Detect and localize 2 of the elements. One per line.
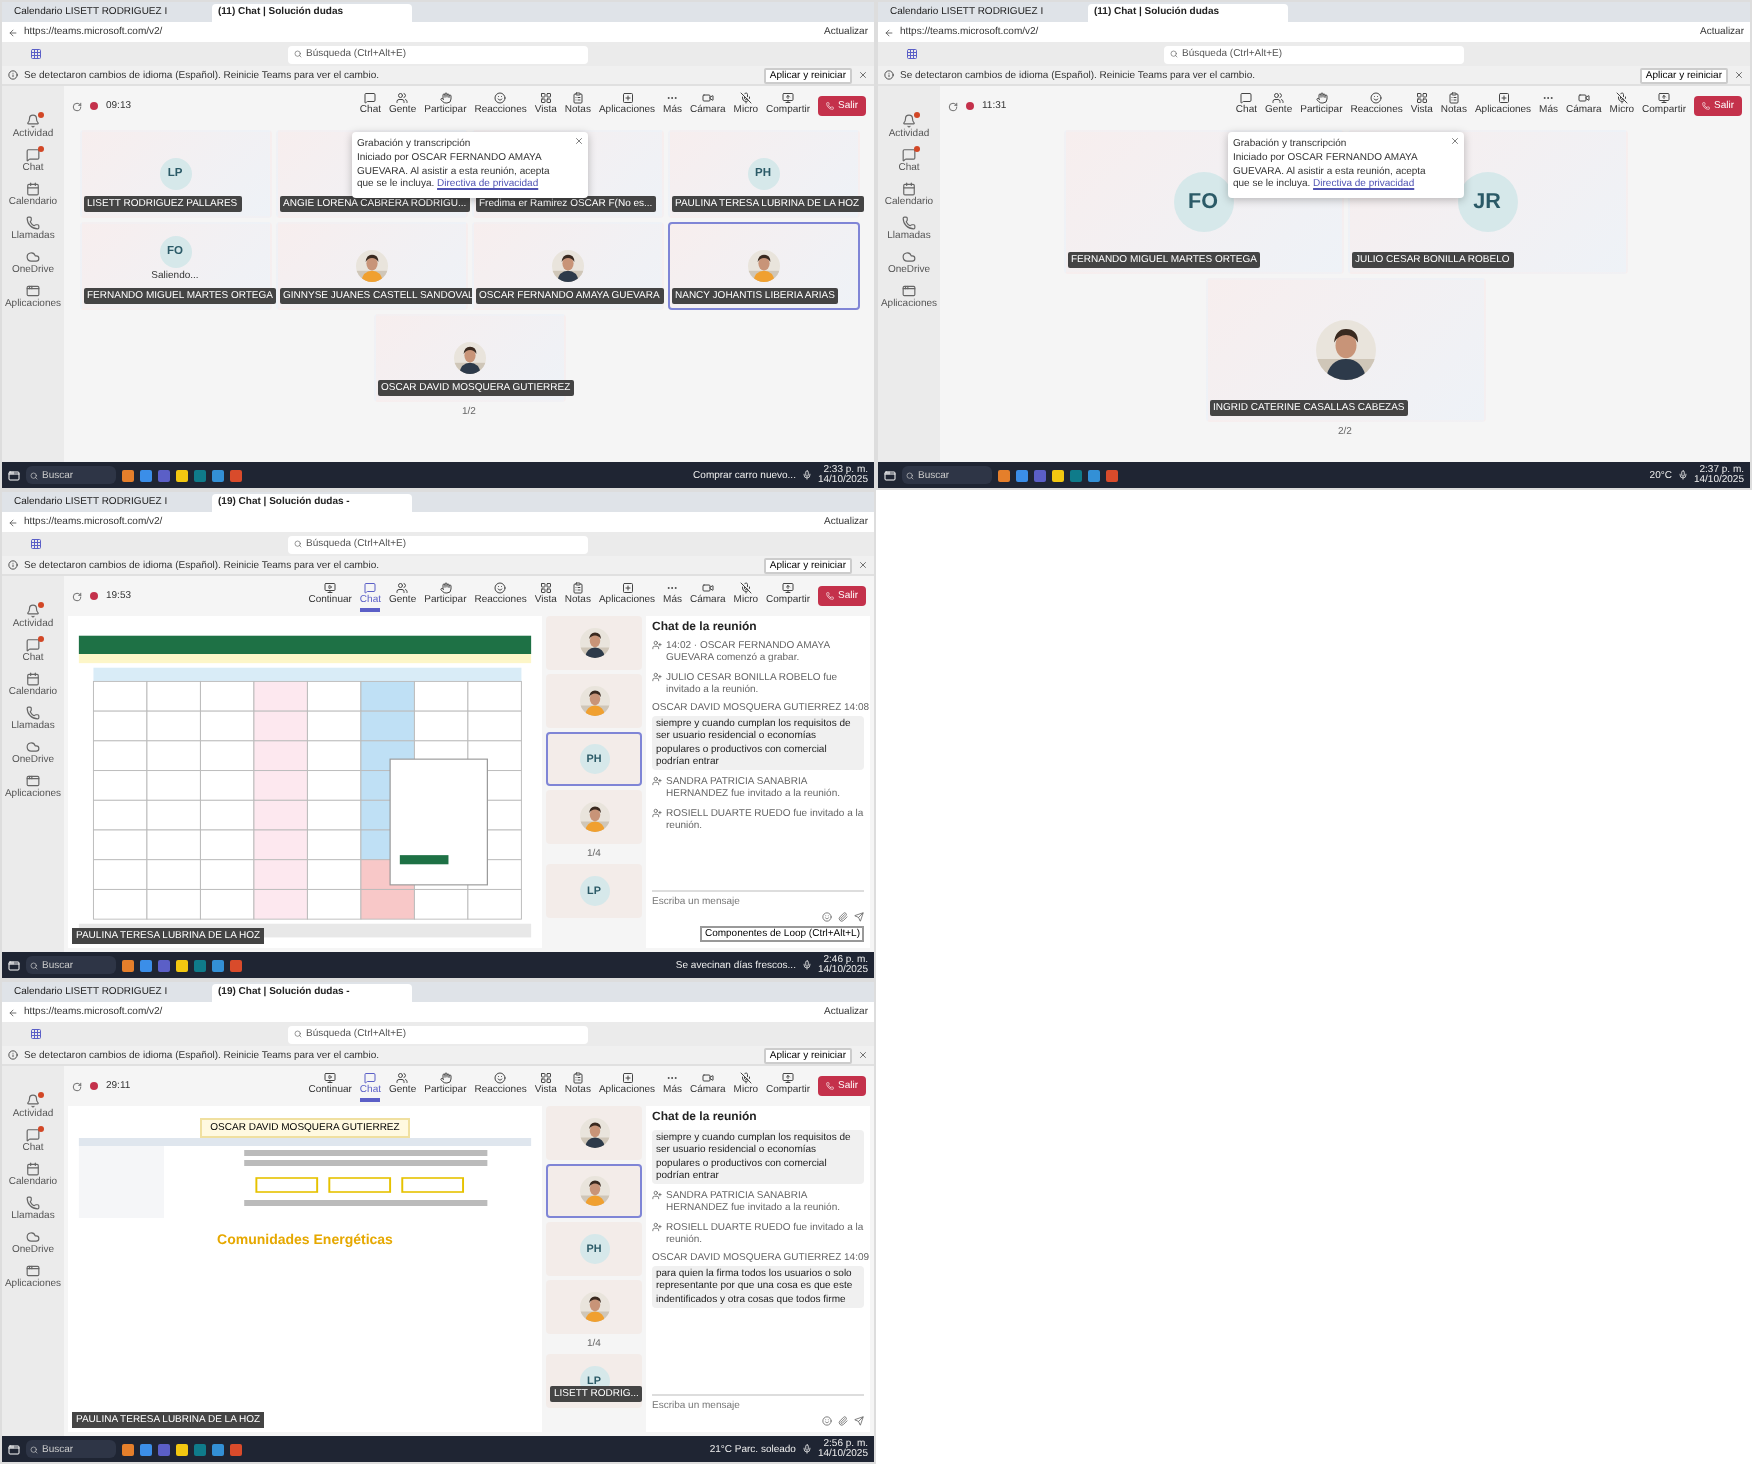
initials-avatar: FO bbox=[1173, 172, 1233, 232]
initials-avatar: JR bbox=[1457, 172, 1517, 232]
